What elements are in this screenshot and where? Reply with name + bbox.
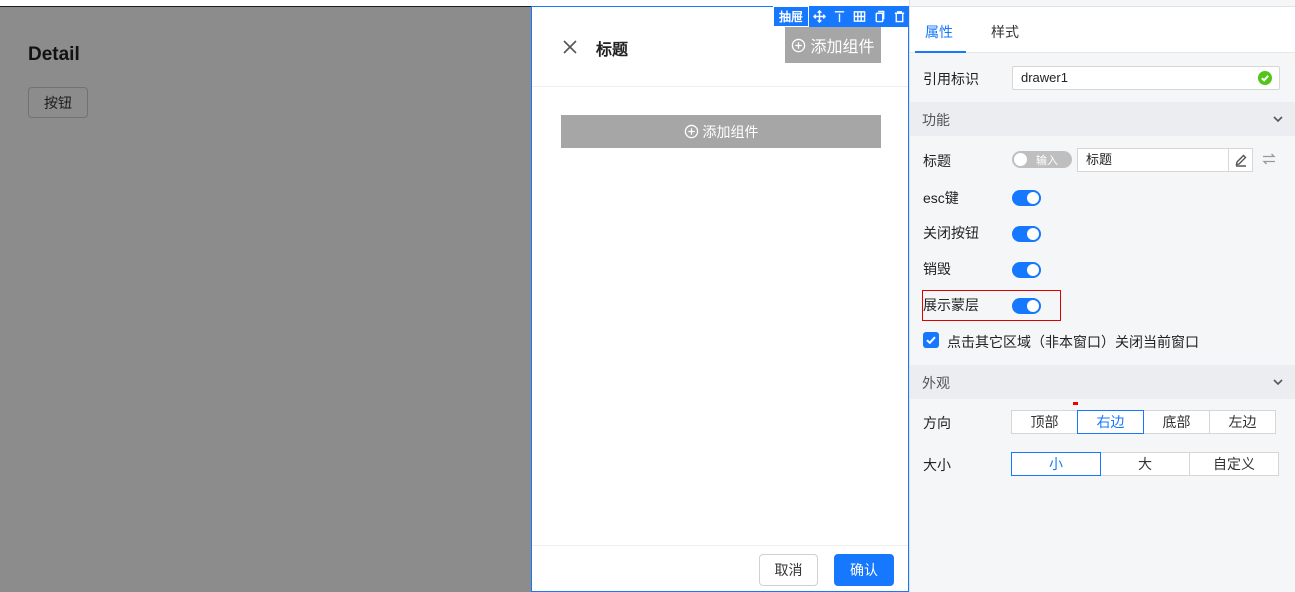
properties-panel: 属性 样式 引用标识 drawer1 功能 标题 输入 标题 esc键 关闭按钮… bbox=[909, 0, 1295, 592]
drawer-preview[interactable]: 标题 添加组件 添加组件 取消 确认 抽屉 bbox=[531, 6, 909, 592]
destroy-switch[interactable] bbox=[1012, 262, 1041, 278]
panel-tabs: 属性 样式 bbox=[910, 6, 1295, 53]
close-button-switch[interactable] bbox=[1012, 226, 1041, 242]
size-option-large[interactable]: 大 bbox=[1100, 452, 1190, 476]
plus-circle-icon bbox=[684, 124, 699, 139]
section-appearance-title: 外观 bbox=[922, 375, 950, 391]
copy-icon[interactable] bbox=[869, 6, 889, 27]
overlay-close-checkbox[interactable] bbox=[923, 332, 939, 348]
title-mode-toggle[interactable]: 输入 bbox=[1012, 151, 1072, 168]
esc-switch[interactable] bbox=[1012, 190, 1041, 206]
size-option-custom[interactable]: 自定义 bbox=[1189, 452, 1279, 476]
title-input-value: 标题 bbox=[1086, 152, 1113, 167]
plus-circle-icon bbox=[791, 38, 806, 53]
title-row-label: 标题 bbox=[923, 153, 951, 169]
check-circle-icon bbox=[1258, 71, 1272, 85]
annotation-mark bbox=[1073, 402, 1078, 405]
ref-label: 引用标识 bbox=[923, 71, 979, 87]
body-add-component-button[interactable]: 添加组件 bbox=[561, 115, 881, 148]
component-toolbar: 抽屉 bbox=[772, 6, 909, 27]
size-option-small[interactable]: 小 bbox=[1011, 452, 1101, 476]
active-tab-indicator bbox=[915, 51, 966, 53]
section-function-title: 功能 bbox=[922, 112, 950, 128]
direction-label: 方向 bbox=[923, 415, 951, 431]
section-appearance-header[interactable]: 外观 bbox=[910, 365, 1295, 399]
chevron-down-icon bbox=[1271, 375, 1285, 389]
drawer-footer: 取消 确认 bbox=[532, 545, 908, 591]
direction-segmented-control: 顶部 右边 底部 左边 bbox=[1011, 410, 1276, 434]
size-label: 大小 bbox=[923, 457, 951, 473]
chevron-down-icon bbox=[1271, 112, 1285, 126]
section-function-header[interactable]: 功能 bbox=[910, 102, 1295, 136]
align-top-icon[interactable] bbox=[829, 6, 849, 27]
overlay-close-label[interactable]: 点击其它区域（非本窗口）关闭当前窗口 bbox=[947, 332, 1199, 352]
switch-destroy-label: 销毁 bbox=[923, 261, 951, 277]
delete-icon[interactable] bbox=[889, 6, 909, 27]
ref-id-input[interactable]: drawer1 bbox=[1012, 66, 1280, 90]
confirm-button[interactable]: 确认 bbox=[834, 554, 894, 586]
close-icon[interactable] bbox=[560, 37, 580, 57]
direction-option-right[interactable]: 右边 bbox=[1077, 410, 1144, 434]
switch-close-button-label: 关闭按钮 bbox=[923, 225, 979, 241]
component-type-tag[interactable]: 抽屉 bbox=[772, 6, 809, 27]
size-segmented-control: 小 大 自定义 bbox=[1011, 452, 1279, 476]
ref-id-value: drawer1 bbox=[1021, 70, 1068, 85]
drawer-mask[interactable] bbox=[0, 6, 532, 592]
switch-esc-label: esc键 bbox=[923, 190, 959, 206]
header-add-label: 添加组件 bbox=[810, 39, 875, 56]
direction-option-top[interactable]: 顶部 bbox=[1011, 410, 1078, 434]
edit-icon[interactable] bbox=[1228, 149, 1252, 171]
tab-style[interactable]: 样式 bbox=[991, 22, 1019, 42]
toggle-knob bbox=[1014, 153, 1027, 166]
direction-option-left[interactable]: 左边 bbox=[1209, 410, 1276, 434]
title-mode-label: 输入 bbox=[1036, 154, 1058, 167]
drawer-title: 标题 bbox=[596, 42, 629, 59]
grid-icon[interactable] bbox=[849, 6, 869, 27]
cancel-button[interactable]: 取消 bbox=[759, 554, 818, 586]
direction-option-bottom[interactable]: 底部 bbox=[1143, 410, 1210, 434]
header-add-component-button[interactable]: 添加组件 bbox=[785, 27, 881, 63]
highlight-annotation-box bbox=[922, 290, 1061, 321]
tab-properties[interactable]: 属性 bbox=[925, 22, 953, 42]
title-input[interactable]: 标题 bbox=[1077, 148, 1253, 172]
move-icon[interactable] bbox=[809, 6, 829, 27]
swap-icon[interactable] bbox=[1261, 151, 1277, 167]
design-canvas: Detail 按钮 标题 添加组件 添加组件 取消 确认 抽屉 bbox=[0, 0, 909, 592]
body-add-label: 添加组件 bbox=[702, 123, 759, 140]
